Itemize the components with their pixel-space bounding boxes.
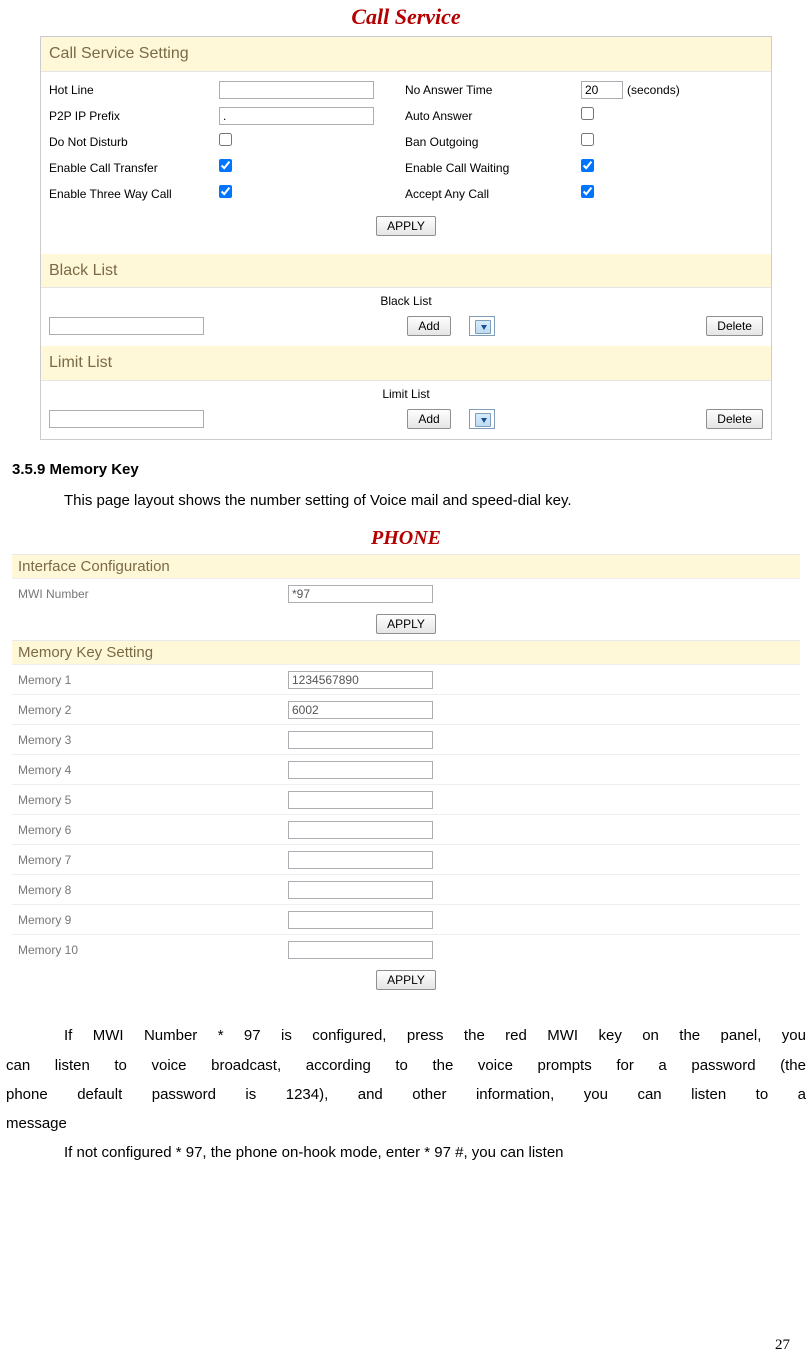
waiting-checkbox[interactable] [581, 159, 594, 172]
memory-5-input[interactable] [288, 791, 433, 809]
memory-9-input[interactable] [288, 911, 433, 929]
black-list-input[interactable] [49, 317, 204, 335]
accept-any-checkbox[interactable] [581, 185, 594, 198]
memory-8-input[interactable] [288, 881, 433, 899]
doc-paragraph: message [6, 1112, 806, 1135]
memory-2-input[interactable] [288, 701, 433, 719]
auto-answer-label: Auto Answer [405, 107, 581, 126]
page-number: 27 [775, 1337, 790, 1354]
memory-key-header: Memory Key Setting [12, 640, 800, 664]
ban-outgoing-label: Ban Outgoing [405, 133, 581, 152]
memory-6-input[interactable] [288, 821, 433, 839]
memory-label: Memory 3 [18, 733, 288, 747]
hot-line-input[interactable] [219, 81, 374, 99]
doc-paragraph: This page layout shows the number settin… [6, 489, 806, 512]
mwi-number-input[interactable] [288, 585, 433, 603]
memory-label: Memory 9 [18, 913, 288, 927]
limit-list-input[interactable] [49, 410, 204, 428]
waiting-label: Enable Call Waiting [405, 159, 581, 178]
memory-7-input[interactable] [288, 851, 433, 869]
memory-10-input[interactable] [288, 941, 433, 959]
doc-paragraph: phone default password is 1234), and oth… [6, 1083, 806, 1106]
call-service-panel: Call Service Setting Hot Line No Answer … [40, 36, 772, 440]
hot-line-label: Hot Line [49, 81, 219, 100]
black-list-add-button[interactable]: Add [407, 316, 450, 336]
memory-label: Memory 2 [18, 703, 288, 717]
threeway-checkbox[interactable] [219, 185, 232, 198]
memory-label: Memory 10 [18, 943, 288, 957]
transfer-checkbox[interactable] [219, 159, 232, 172]
call-service-setting-header: Call Service Setting [41, 37, 771, 72]
memory-label: Memory 1 [18, 673, 288, 687]
memory-label: Memory 4 [18, 763, 288, 777]
black-list-title: Black List [41, 288, 771, 312]
apply-button[interactable]: APPLY [376, 216, 436, 236]
chevron-down-icon [481, 418, 487, 423]
doc-paragraph: If not configured * 97, the phone on-hoo… [6, 1141, 806, 1164]
no-answer-time-input[interactable] [581, 81, 623, 99]
transfer-label: Enable Call Transfer [49, 159, 219, 178]
memory-label: Memory 6 [18, 823, 288, 837]
call-service-title: Call Service [0, 0, 812, 36]
phone-title: PHONE [0, 518, 812, 554]
threeway-label: Enable Three Way Call [49, 185, 219, 204]
phone-apply-button-1[interactable]: APPLY [376, 614, 436, 634]
seconds-label: (seconds) [627, 83, 680, 97]
limit-list-header: Limit List [41, 346, 771, 381]
memory-1-input[interactable] [288, 671, 433, 689]
doc-paragraph: If MWI Number * 97 is configured, press … [6, 1024, 806, 1047]
no-answer-time-label: No Answer Time [405, 81, 581, 100]
ban-outgoing-checkbox[interactable] [581, 133, 594, 146]
limit-list-add-button[interactable]: Add [407, 409, 450, 429]
section-heading: 3.5.9 Memory Key [12, 458, 806, 481]
dnd-checkbox[interactable] [219, 133, 232, 146]
accept-any-label: Accept Any Call [405, 185, 581, 204]
memory-label: Memory 8 [18, 883, 288, 897]
auto-answer-checkbox[interactable] [581, 107, 594, 120]
memory-3-input[interactable] [288, 731, 433, 749]
memory-4-input[interactable] [288, 761, 433, 779]
phone-panel: Interface Configuration MWI Number APPLY… [12, 554, 800, 996]
black-list-header: Black List [41, 254, 771, 289]
mwi-number-label: MWI Number [18, 587, 288, 601]
black-list-delete-button[interactable]: Delete [706, 316, 763, 336]
limit-list-dropdown[interactable] [469, 409, 495, 429]
limit-list-delete-button[interactable]: Delete [706, 409, 763, 429]
black-list-dropdown[interactable] [469, 316, 495, 336]
doc-paragraph: can listen to voice broadcast, according… [6, 1054, 806, 1077]
p2p-input[interactable] [219, 107, 374, 125]
memory-label: Memory 5 [18, 793, 288, 807]
dnd-label: Do Not Disturb [49, 133, 219, 152]
chevron-down-icon [481, 325, 487, 330]
limit-list-title: Limit List [41, 381, 771, 405]
phone-apply-button-2[interactable]: APPLY [376, 970, 436, 990]
p2p-label: P2P IP Prefix [49, 107, 219, 126]
memory-label: Memory 7 [18, 853, 288, 867]
interface-config-header: Interface Configuration [12, 554, 800, 578]
